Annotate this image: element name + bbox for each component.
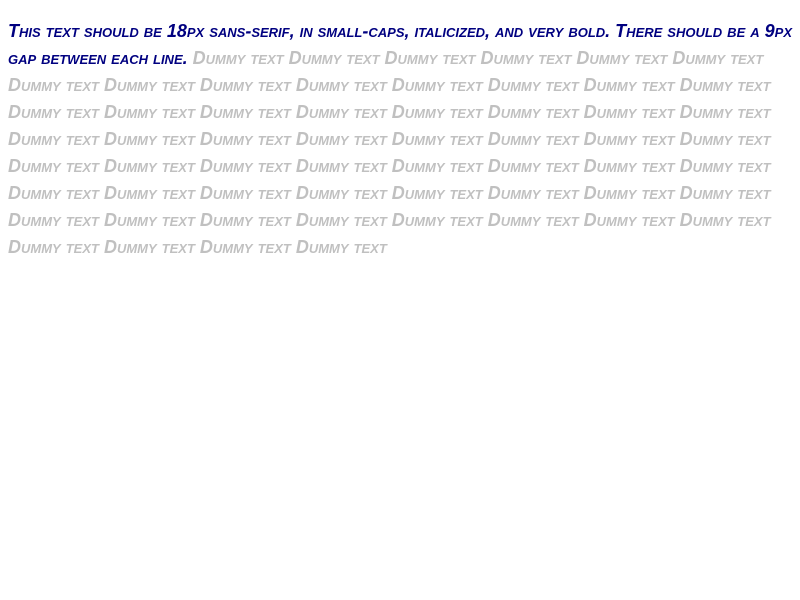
test-paragraph: This text should be 18px sans-serif, in … [8, 18, 798, 261]
test-page: This text should be 18px sans-serif, in … [0, 0, 800, 600]
dummy-filler-text: Dummy text Dummy text Dummy text Dummy t… [8, 48, 771, 257]
